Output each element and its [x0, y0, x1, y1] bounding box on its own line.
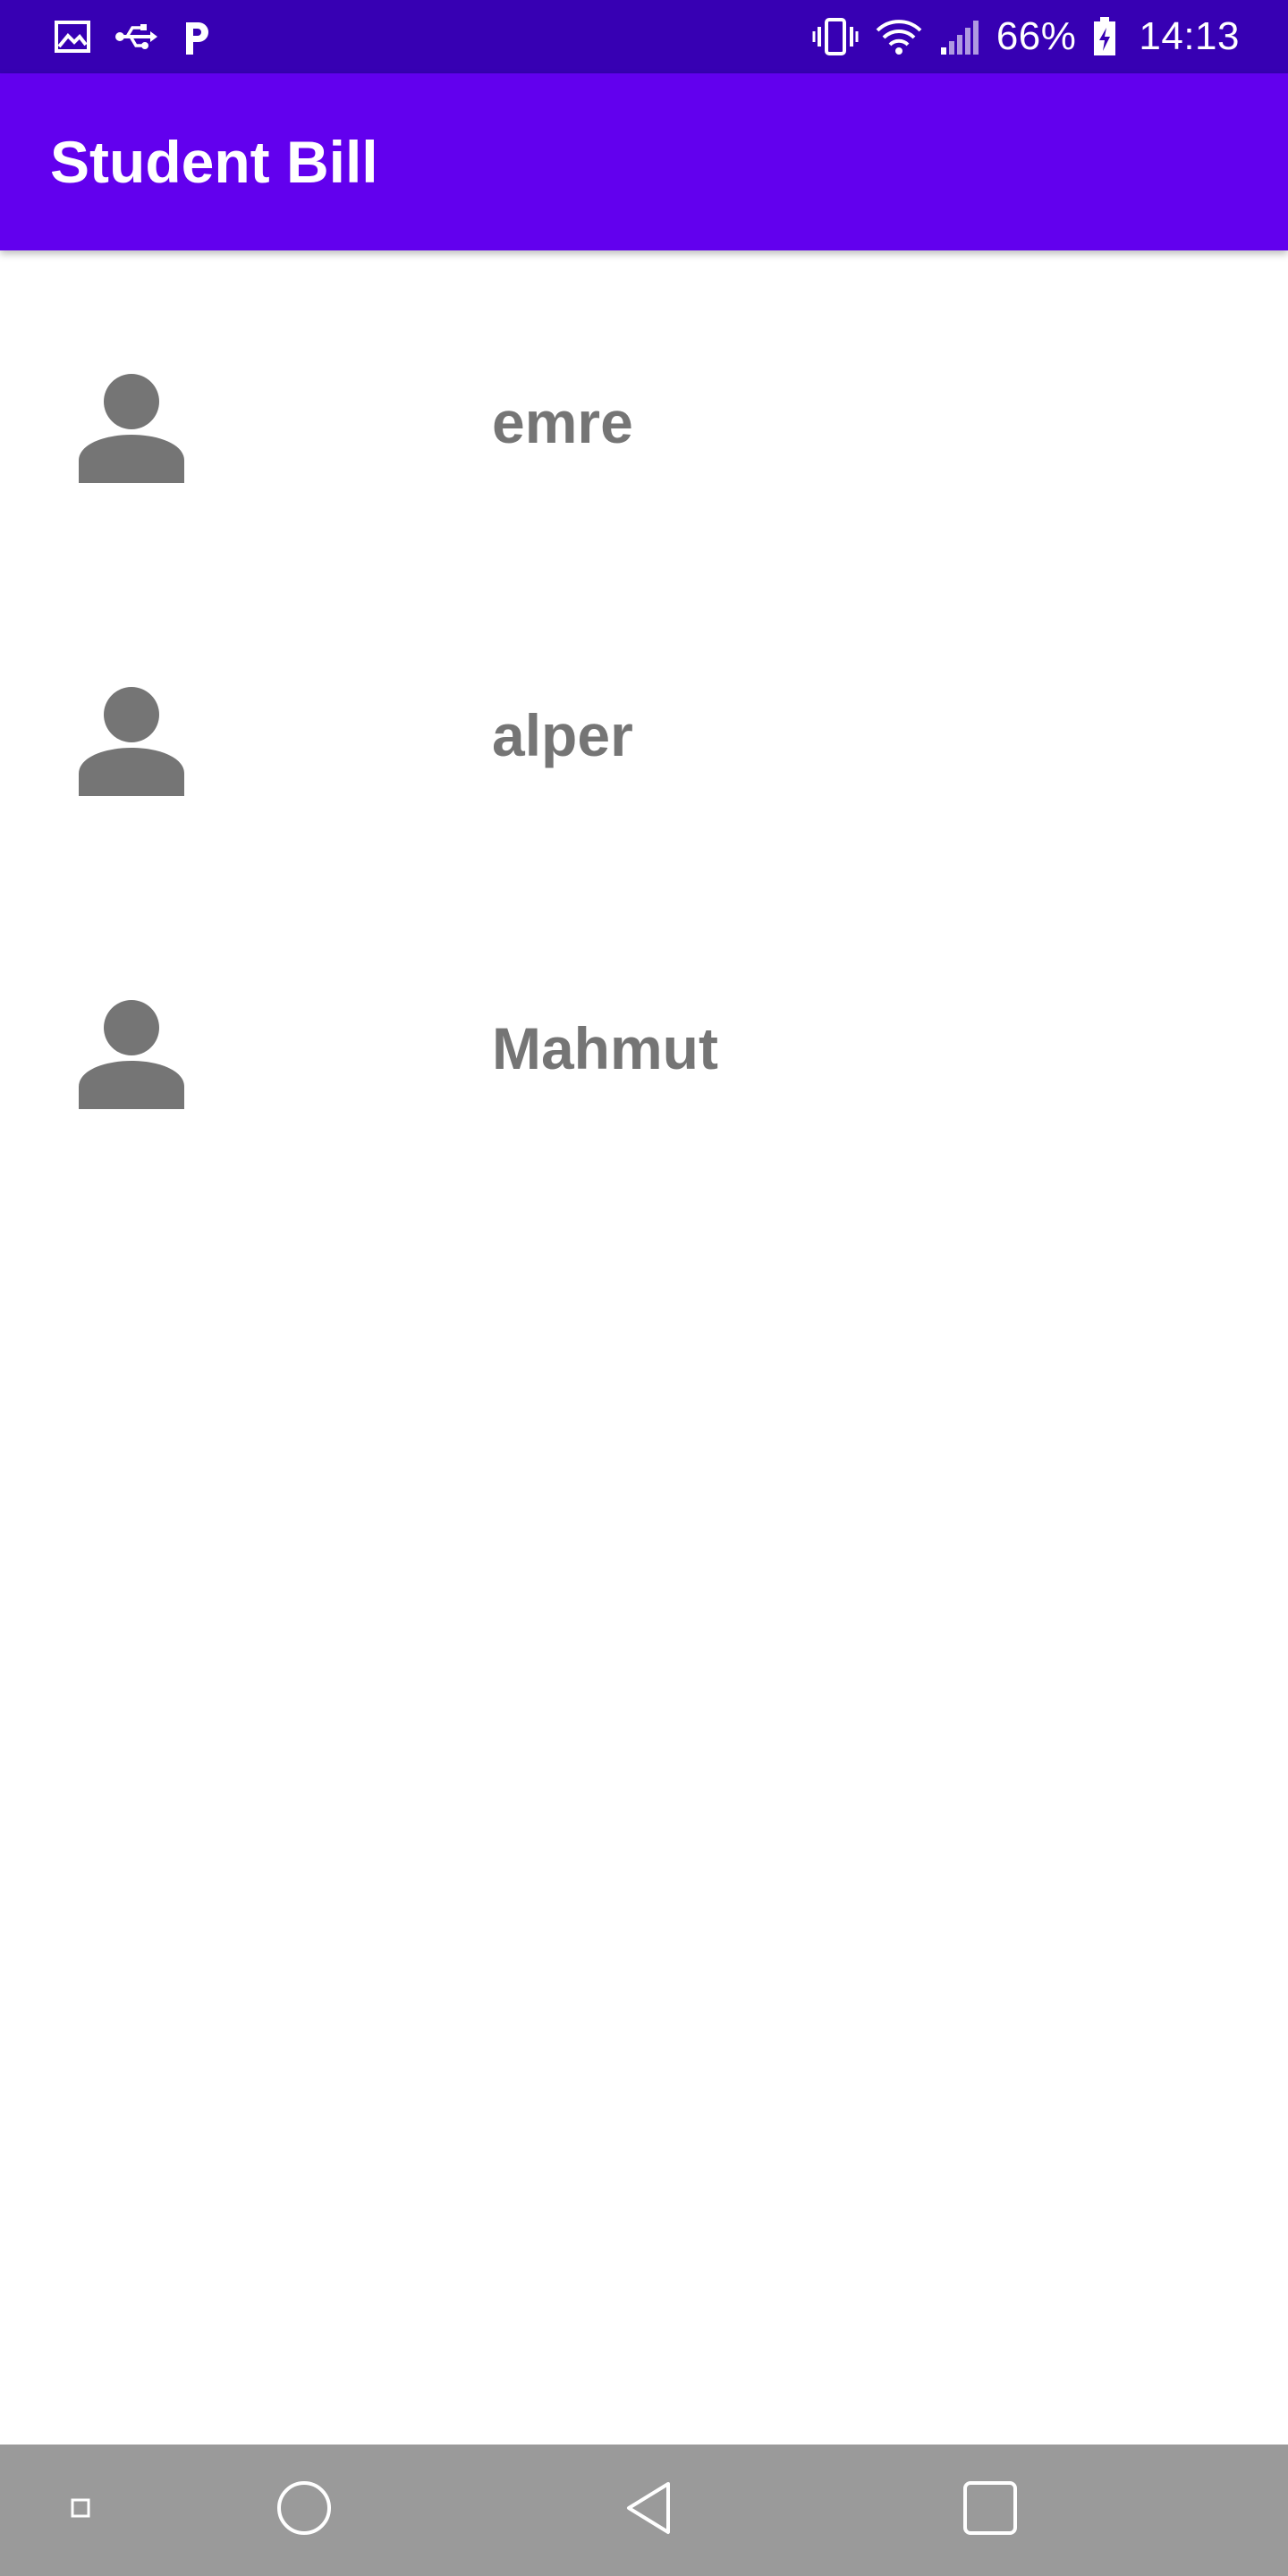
- student-list: emre alper Mahmut: [0, 268, 1288, 1208]
- usb-icon: [114, 21, 157, 52]
- battery-icon: [1092, 17, 1117, 56]
- app-title: Student Bill: [50, 129, 378, 195]
- student-name: alper: [492, 702, 633, 768]
- recents-square-icon: [962, 2479, 1019, 2541]
- home-button[interactable]: [250, 2445, 358, 2576]
- navigation-bar: [0, 2445, 1288, 2576]
- clock: 14:13: [1139, 14, 1240, 58]
- vibrate-icon: [812, 18, 859, 55]
- status-right-icons: 66% 14:13: [812, 14, 1240, 59]
- image-icon: [54, 20, 91, 54]
- p-icon: [181, 19, 213, 55]
- person-icon: [79, 1000, 184, 1109]
- student-name: Mahmut: [492, 1015, 718, 1081]
- person-icon: [79, 687, 184, 796]
- screen: 66% 14:13 Student Bill emre alper Mahmut: [0, 0, 1288, 2576]
- list-item[interactable]: Mahmut: [0, 894, 1288, 1208]
- home-circle-icon: [275, 2479, 333, 2541]
- list-item[interactable]: alper: [0, 581, 1288, 894]
- list-item[interactable]: emre: [0, 268, 1288, 581]
- status-left-icons: [54, 19, 213, 55]
- battery-percent: 66%: [996, 14, 1077, 58]
- back-button[interactable]: [595, 2445, 702, 2576]
- back-triangle-icon: [622, 2479, 675, 2542]
- person-icon: [79, 374, 184, 483]
- recents-button[interactable]: [936, 2445, 1044, 2576]
- status-bar: 66% 14:13: [0, 0, 1288, 73]
- wifi-icon: [875, 18, 923, 55]
- signal-icon: [939, 19, 980, 55]
- student-name: emre: [492, 389, 633, 455]
- app-bar: Student Bill: [0, 73, 1288, 250]
- small-square-button[interactable]: [36, 2445, 125, 2576]
- small-square-icon: [71, 2498, 90, 2522]
